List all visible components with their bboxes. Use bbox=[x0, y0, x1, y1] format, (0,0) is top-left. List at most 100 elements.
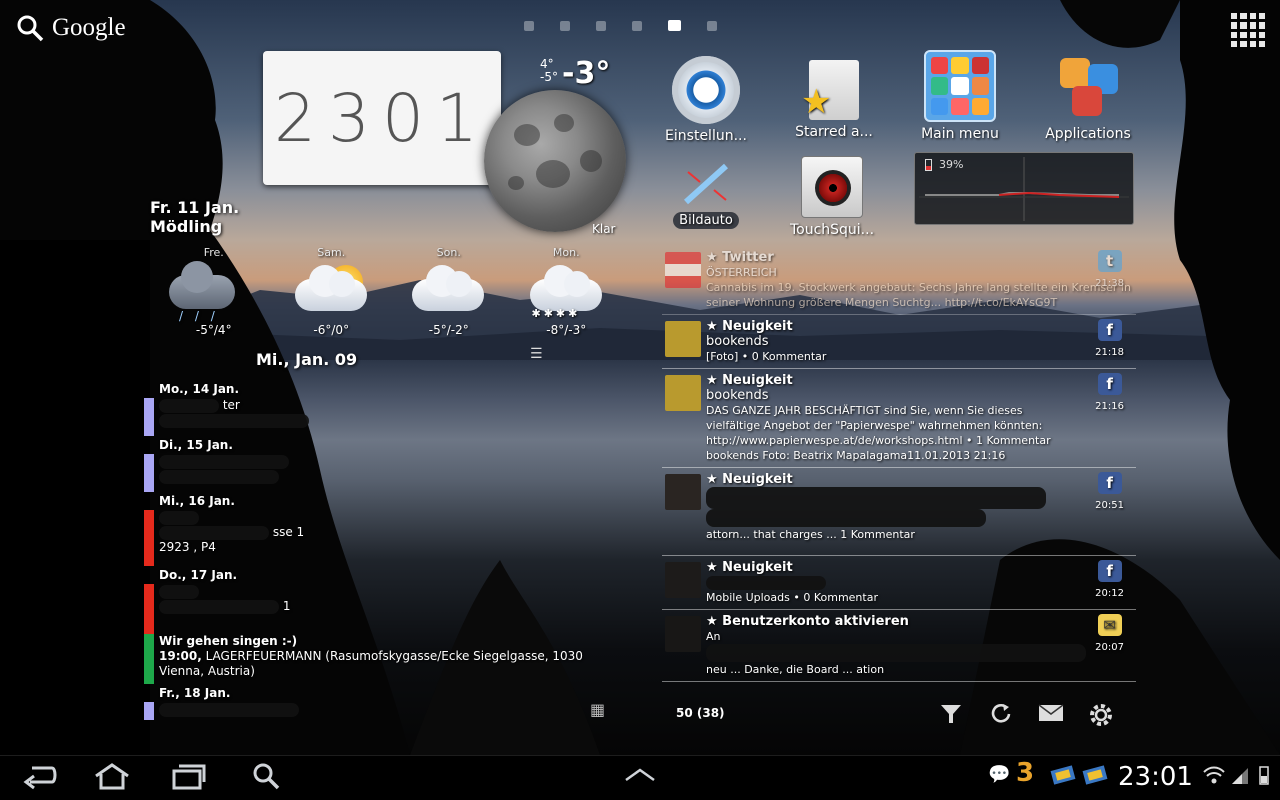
feed-meta: f 21:18 bbox=[1095, 319, 1124, 360]
search-icon[interactable] bbox=[250, 762, 282, 794]
page-dot-active bbox=[668, 20, 681, 31]
feed-time: 21:18 bbox=[1095, 347, 1124, 358]
all-apps-button[interactable] bbox=[1231, 13, 1265, 47]
feed-author: An bbox=[706, 630, 721, 643]
forecast-temp: -6°/0° bbox=[313, 323, 350, 337]
event-color-bar bbox=[144, 634, 154, 684]
list-icon[interactable]: ☰ bbox=[530, 346, 543, 362]
search-icon bbox=[17, 15, 44, 42]
redacted-text bbox=[159, 525, 269, 540]
battery-graph-widget[interactable]: 39% bbox=[914, 152, 1134, 225]
agenda-event[interactable] bbox=[144, 702, 614, 720]
forecast-day-name: Son. bbox=[436, 246, 461, 259]
agenda-event[interactable]: 1 bbox=[144, 584, 614, 634]
signal-icon bbox=[1230, 764, 1250, 791]
app-bildauto[interactable]: Bildauto bbox=[666, 160, 746, 229]
recent-apps-button[interactable] bbox=[168, 762, 208, 794]
settings-gear-icon bbox=[672, 56, 740, 124]
refresh-icon[interactable] bbox=[988, 702, 1014, 728]
event-title: ter bbox=[222, 398, 240, 412]
facebook-icon: f bbox=[1097, 560, 1122, 582]
social-feed[interactable]: ★ Twitter ÖSTERREICH Cannabis im 19. Sto… bbox=[662, 246, 1136, 682]
event-title: Wir gehen singen :-) bbox=[159, 634, 298, 648]
app-starred[interactable]: ★ Starred a... bbox=[784, 56, 884, 140]
app-label: Starred a... bbox=[795, 124, 873, 140]
calendar-agenda[interactable]: Mo., 14 Jan. ter Di., 15 Jan. Mi., 16 Ja… bbox=[144, 380, 614, 720]
feed-item[interactable]: ★ Neuigkeit bookends [Foto] • 0 Kommenta… bbox=[662, 315, 1136, 369]
feed-title: ★ Neuigkeit bbox=[706, 472, 793, 487]
feed-item[interactable]: ★ Twitter ÖSTERREICH Cannabis im 19. Sto… bbox=[662, 246, 1136, 315]
filter-icon[interactable] bbox=[938, 702, 964, 728]
feed-author: bookends bbox=[706, 334, 769, 349]
mail-compose-icon[interactable] bbox=[1038, 702, 1064, 728]
redacted-text bbox=[159, 454, 289, 469]
feed-item[interactable]: ★ Neuigkeit bookends DAS GANZE JAHR BESC… bbox=[662, 369, 1136, 468]
home-button[interactable] bbox=[90, 762, 134, 794]
carrier-icon: 3 bbox=[1016, 758, 1035, 788]
feed-time: 20:12 bbox=[1095, 588, 1124, 599]
rain-cloud-icon: / / / bbox=[155, 261, 273, 323]
event-color-bar bbox=[144, 584, 154, 634]
forecast-day: Son. -5°/-2° bbox=[390, 246, 508, 337]
feed-time: 21:16 bbox=[1095, 401, 1124, 412]
page-dot bbox=[707, 21, 717, 31]
status-clock: 23:01 bbox=[1118, 762, 1193, 792]
mail-icon: ✉ bbox=[1097, 614, 1122, 636]
app-settings[interactable]: Einstellun... bbox=[656, 56, 756, 144]
calendar-settings-icon[interactable]: ▦ bbox=[590, 700, 605, 719]
person-avatar bbox=[665, 474, 701, 510]
page-dot bbox=[632, 21, 642, 31]
page-dot bbox=[524, 21, 534, 31]
weather-date-location[interactable]: Fr. 11 Jan. Mödling bbox=[150, 198, 239, 236]
feed-body: attorn... that charges ... 1 Kommentar bbox=[706, 528, 915, 541]
agenda-event[interactable]: ter bbox=[144, 398, 614, 436]
app-touchsquid[interactable]: TouchSqui... bbox=[782, 156, 882, 238]
agenda-event[interactable] bbox=[144, 454, 614, 492]
weather-condition: Klar bbox=[592, 222, 616, 236]
feed-count: 50 (38) bbox=[676, 706, 725, 720]
event-color-bar bbox=[144, 398, 154, 436]
redacted-text bbox=[159, 510, 199, 525]
temp-low: -5° bbox=[540, 70, 558, 84]
feed-item[interactable]: ★ Neuigkeit Mobile Uploads • 0 Kommentar… bbox=[662, 556, 1136, 610]
event-color-bar bbox=[144, 454, 154, 492]
feed-item[interactable]: ★ Benutzerkonto aktivieren An neu ... Da… bbox=[662, 610, 1136, 682]
bookends-avatar bbox=[665, 375, 701, 411]
feed-item[interactable]: ★ Neuigkeit attorn... that charges ... 1… bbox=[662, 468, 1136, 556]
redacted-text bbox=[706, 487, 1046, 509]
agenda-event[interactable]: sse 1 2923 , P4 bbox=[144, 510, 614, 566]
page-dot bbox=[560, 21, 570, 31]
event-color-bar bbox=[144, 702, 154, 720]
back-button[interactable] bbox=[20, 762, 60, 794]
app-applications[interactable]: Applications bbox=[1036, 54, 1140, 142]
forecast-temp: -8°/-3° bbox=[546, 323, 587, 337]
redacted-text bbox=[159, 398, 219, 413]
settings-icon[interactable] bbox=[1088, 702, 1114, 728]
feed-meta: ✉ 20:07 bbox=[1095, 614, 1124, 655]
event-time: 19:00, bbox=[159, 649, 202, 663]
agenda-event-highlight[interactable]: Wir gehen singen :-) 19:00, LAGERFEUERMA… bbox=[144, 634, 614, 684]
feed-meta: t 21:38 bbox=[1095, 250, 1124, 291]
redacted-text bbox=[159, 413, 309, 428]
app-label: Bildauto bbox=[673, 212, 739, 229]
moon-icon bbox=[484, 90, 626, 232]
event-title: 1 bbox=[282, 599, 291, 613]
austria-flag-avatar bbox=[665, 252, 701, 288]
notification-icon bbox=[1050, 764, 1076, 791]
battery-status-icon bbox=[1258, 764, 1270, 791]
google-search-bar[interactable]: Google bbox=[16, 12, 126, 44]
clock-widget[interactable]: 2301 bbox=[263, 51, 501, 185]
chevron-up-icon[interactable] bbox=[622, 762, 658, 794]
temp-range: 4° -5° bbox=[540, 58, 558, 84]
app-main-menu[interactable]: Main menu bbox=[910, 50, 1010, 142]
notification-icon bbox=[1082, 764, 1108, 791]
clock-time: 2301 bbox=[274, 79, 490, 157]
event-color-bar bbox=[144, 510, 154, 566]
battery-icon bbox=[925, 159, 932, 171]
event-details: 2923 , P4 bbox=[159, 540, 216, 554]
weather-forecast[interactable]: Fre. / / / -5°/4° Sam. -6°/0° Son. -5°/-… bbox=[155, 246, 625, 337]
feed-body: DAS GANZE JAHR BESCHÄFTIGT sind Sie, wen… bbox=[706, 404, 1051, 462]
starred-folder-icon: ★ bbox=[801, 60, 859, 122]
app-label: Main menu bbox=[921, 126, 999, 142]
twitter-icon: t bbox=[1097, 250, 1122, 272]
